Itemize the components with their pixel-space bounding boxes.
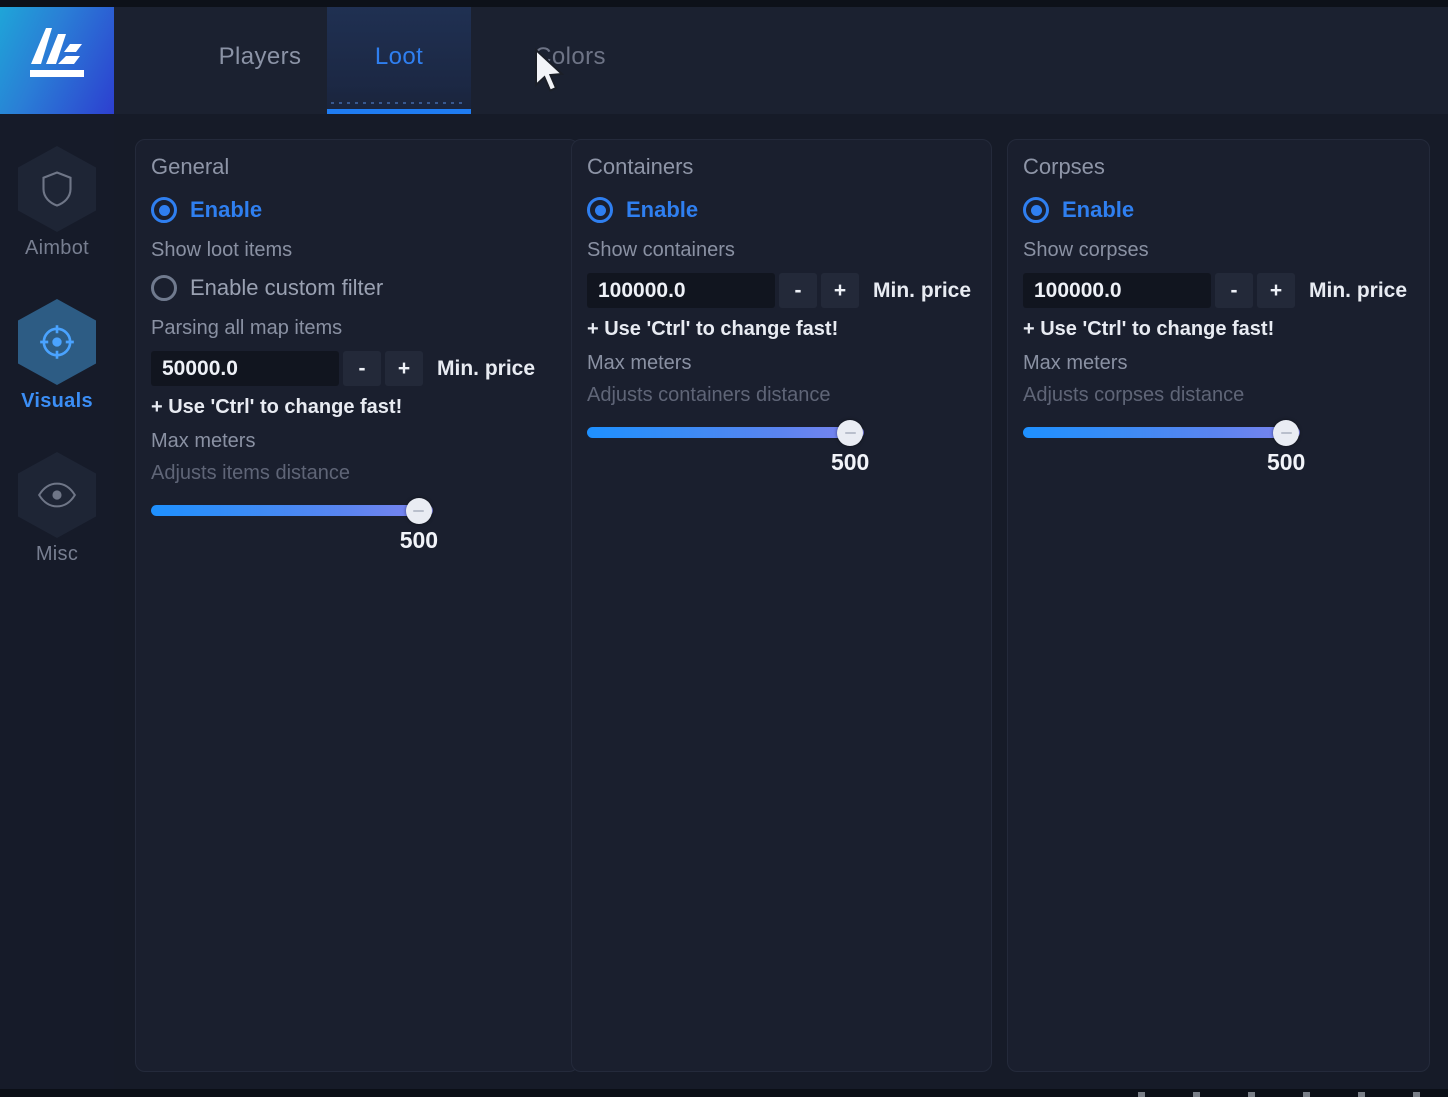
general-price-unit-label: Min. price — [437, 356, 536, 380]
window-top-edge — [0, 0, 1448, 7]
tab-loot[interactable]: Loot — [327, 0, 471, 114]
panel-containers: Containers Enable Show containers 100000… — [571, 139, 992, 1072]
sidebar-aimbot-hex — [18, 146, 96, 232]
content-area: General Enable Show loot items Enable cu… — [114, 114, 1448, 1097]
corpses-enable-label: Enable — [1062, 197, 1135, 222]
containers-enable-caption: Show containers — [587, 239, 735, 261]
corpses-price-stepper: 100000.0 - + Min. price — [1023, 273, 1407, 308]
tab-colors[interactable]: Colors — [471, 0, 669, 114]
containers-slider-caption: Adjusts containers distance — [587, 384, 831, 406]
sidebar-item-visuals[interactable]: Visuals — [0, 299, 114, 413]
corpses-enable-caption: Show corpses — [1023, 239, 1149, 261]
containers-ctrl-hint: + Use 'Ctrl' to change fast! — [587, 318, 839, 340]
corpses-ctrl-hint: + Use 'Ctrl' to change fast! — [1023, 318, 1275, 340]
corpses-slider-label: Max meters — [1023, 352, 1128, 374]
slider-thumb[interactable] — [837, 419, 864, 446]
left-sidebar: Aimbot Visuals Misc — [0, 114, 114, 1097]
crosshair-icon — [40, 325, 74, 359]
corpses-price-increment-button[interactable]: + — [1257, 273, 1295, 308]
sidebar-item-aimbot-label: Aimbot — [24, 237, 90, 259]
corpses-price-unit-label: Min. price — [1309, 278, 1408, 302]
general-enable-label: Enable — [190, 197, 263, 222]
application-window: Players Loot Colors Aimbot Visuals Misc … — [0, 0, 1448, 1097]
slider-thumb[interactable] — [405, 497, 432, 524]
shield-icon — [42, 171, 72, 207]
general-slider-value: 500 — [399, 527, 439, 553]
panel-corpses: Corpses Enable Show corpses 100000.0 - +… — [1007, 139, 1430, 1072]
panel-general-title: General — [151, 154, 230, 179]
containers-slider-value: 500 — [830, 449, 870, 475]
general-price-decrement-button[interactable]: - — [343, 351, 381, 386]
general-custom-filter-caption: Parsing all map items — [151, 317, 343, 339]
general-custom-filter-label: Enable custom filter — [190, 275, 384, 300]
containers-enable-radio-row[interactable]: Enable — [587, 197, 698, 223]
general-enable-caption: Show loot items — [151, 239, 293, 261]
hex-background — [18, 452, 96, 538]
containers-price-decrement-button[interactable]: - — [779, 273, 817, 308]
sidebar-item-misc-label: Misc — [35, 543, 79, 565]
corpses-enable-radio[interactable] — [1023, 197, 1049, 223]
containers-enable-radio[interactable] — [587, 197, 613, 223]
containers-price-stepper: 100000.0 - + Min. price — [587, 273, 971, 308]
corpses-enable-radio-row[interactable]: Enable — [1023, 197, 1134, 223]
panel-corpses-title: Corpses — [1023, 154, 1105, 179]
general-slider-caption: Adjusts items distance — [151, 462, 350, 484]
sidebar-item-aimbot[interactable]: Aimbot — [0, 146, 114, 260]
general-price-input[interactable]: 50000.0 — [151, 351, 339, 386]
sidebar-item-visuals-label: Visuals — [21, 390, 93, 412]
containers-price-input[interactable]: 100000.0 — [587, 273, 775, 308]
general-custom-filter-radio[interactable] — [151, 275, 177, 301]
hex-background — [18, 146, 96, 232]
slider-track[interactable] — [1023, 427, 1300, 438]
tab-colors-label: Colors — [534, 43, 606, 70]
containers-distance-slider[interactable]: 500 — [587, 419, 869, 475]
general-ctrl-hint: + Use 'Ctrl' to change fast! — [151, 396, 403, 418]
general-enable-radio-row[interactable]: Enable — [151, 197, 262, 223]
window-bottom-edge — [0, 1089, 1448, 1097]
containers-price-increment-button[interactable]: + — [821, 273, 859, 308]
corpses-price-decrement-button[interactable]: - — [1215, 273, 1253, 308]
general-price-stepper: 50000.0 - + Min. price — [151, 351, 535, 386]
corpses-slider-value: 500 — [1266, 449, 1306, 475]
tab-players-label: Players — [218, 43, 302, 70]
corpses-price-input[interactable]: 100000.0 — [1023, 273, 1211, 308]
slider-track[interactable] — [151, 505, 433, 516]
general-enable-radio[interactable] — [151, 197, 177, 223]
containers-enable-label: Enable — [626, 197, 699, 222]
tab-loot-label: Loot — [374, 43, 424, 70]
sidebar-visuals-hex — [18, 299, 96, 385]
general-slider-label: Max meters — [151, 430, 256, 452]
corpses-distance-slider[interactable]: 500 — [1023, 419, 1305, 475]
general-price-increment-button[interactable]: + — [385, 351, 423, 386]
sidebar-item-misc[interactable]: Misc — [0, 452, 114, 566]
slider-thumb[interactable] — [1273, 419, 1300, 446]
app-header: Players Loot Colors — [0, 0, 1448, 114]
app-logo[interactable] — [0, 0, 114, 114]
eye-icon — [37, 482, 77, 508]
general-distance-slider[interactable]: 500 — [151, 497, 438, 553]
panel-general: General Enable Show loot items Enable cu… — [135, 139, 579, 1072]
containers-slider-label: Max meters — [587, 352, 692, 374]
sidebar-misc-hex — [18, 452, 96, 538]
bottom-taskbar-sliver — [1138, 1092, 1438, 1097]
slider-track[interactable] — [587, 427, 864, 438]
logo-glyph-icon — [30, 28, 84, 77]
corpses-slider-caption: Adjusts corpses distance — [1023, 384, 1245, 406]
panel-containers-title: Containers — [587, 154, 694, 179]
general-custom-filter-radio-row[interactable]: Enable custom filter — [151, 275, 383, 301]
hex-background-active — [18, 299, 96, 385]
containers-price-unit-label: Min. price — [873, 278, 972, 302]
